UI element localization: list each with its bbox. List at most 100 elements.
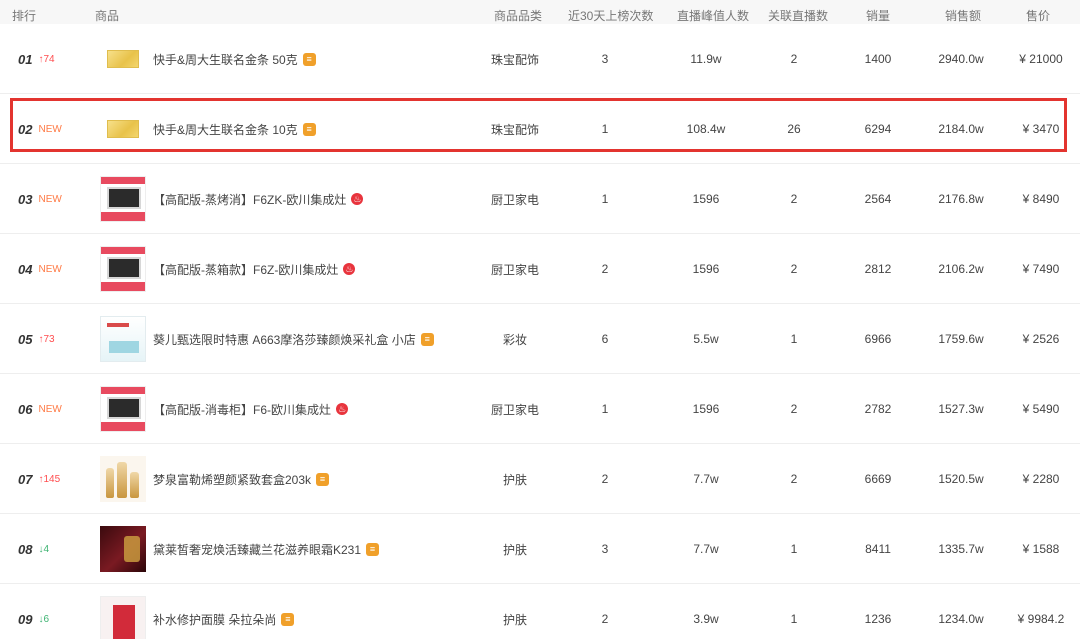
product-thumbnail[interactable] <box>100 176 146 222</box>
sales-cell: 6294 <box>836 94 920 164</box>
table-row[interactable]: 07↑145梦泉富勒烯塑颜紧致套盒203k≡护肤27.7w266691520.5… <box>0 444 1080 514</box>
rank-number: 04 <box>18 262 32 277</box>
product-thumbnail[interactable] <box>100 386 146 432</box>
product-name-cell: 【高配版-蒸箱款】F6Z-欧川集成灶 ♨ <box>153 234 483 304</box>
header-rank[interactable]: 排行 <box>12 7 36 24</box>
header-revenue[interactable]: 销售额 <box>945 7 981 24</box>
rank-cell: 08 ↓4 <box>18 514 98 584</box>
table-row[interactable]: 06 NEW 【高配版-消毒柜】F6-欧川集成灶 ♨ 厨卫家电1159622782152… <box>0 374 1080 444</box>
revenue-cell: 1527.3w <box>920 374 1002 444</box>
count30-cell: 2 <box>560 234 650 304</box>
table-row[interactable]: 02NEW快手&周大生联名金条 10克≡珠宝配饰1108.4w266294218… <box>0 94 1080 164</box>
price-cell: ¥ 3470 <box>1002 94 1080 164</box>
store-icon[interactable]: ≡ <box>316 473 329 486</box>
product-name-link[interactable]: 黛莱皙奢宠焕活臻藏兰花滋养眼霜K231 <box>153 541 361 558</box>
store-icon[interactable]: ≡ <box>303 123 316 136</box>
revenue-cell: 1759.6w <box>920 304 1002 374</box>
rank-cell: 03 NEW <box>18 164 98 234</box>
rank-number: 02 <box>18 122 32 137</box>
store-icon[interactable]: ≡ <box>421 333 434 346</box>
revenue-cell: 1520.5w <box>920 444 1002 514</box>
product-name-link[interactable]: 【高配版-蒸箱款】F6Z-欧川集成灶 <box>153 261 338 278</box>
product-thumbnail[interactable] <box>107 50 139 68</box>
product-name-cell: 梦泉富勒烯塑颜紧致套盒203k ≡ <box>153 444 483 514</box>
product-name-cell: 葵儿甄选限时特惠 A663摩洛莎臻颜焕采礼盒 小店 ≡ <box>153 304 483 374</box>
category-cell: 厨卫家电 <box>470 374 560 444</box>
revenue-cell: 2940.0w <box>920 24 1002 94</box>
product-thumbnail[interactable] <box>100 526 146 572</box>
header-price[interactable]: 售价 <box>1026 7 1050 24</box>
rank-change: NEW <box>38 404 61 415</box>
rank-cell: 06 NEW <box>18 374 98 444</box>
rank-cell: 07↑145 <box>18 444 98 514</box>
product-name-link[interactable]: 【高配版-消毒柜】F6-欧川集成灶 <box>153 401 331 418</box>
related-live-cell: 2 <box>752 444 836 514</box>
product-thumbnail[interactable] <box>100 596 146 639</box>
product-thumbnail[interactable] <box>107 120 139 138</box>
related-live-cell: 1 <box>752 304 836 374</box>
peak-viewers-cell: 7.7w <box>660 514 752 584</box>
rank-change: ↓4 <box>38 544 49 555</box>
revenue-cell: 1234.0w <box>920 584 1002 639</box>
rank-number: 07 <box>18 472 32 487</box>
fire-icon[interactable]: ♨ <box>351 193 363 205</box>
revenue-cell: 2176.8w <box>920 164 1002 234</box>
header-related[interactable]: 关联直播数 <box>768 7 828 24</box>
rank-cell: 04NEW <box>18 234 98 304</box>
product-name-link[interactable]: 补水修护面膜 朵拉朵尚 <box>153 611 276 628</box>
count30-cell: 1 <box>560 94 650 164</box>
header-product: 商品 <box>95 7 119 24</box>
product-name-link[interactable]: 快手&周大生联名金条 10克 <box>153 121 298 138</box>
product-name-link[interactable]: 梦泉富勒烯塑颜紧致套盒203k <box>153 471 311 488</box>
product-name-link[interactable]: 【高配版-蒸烤消】F6ZK-欧川集成灶 <box>153 191 346 208</box>
rank-number: 03 <box>18 192 32 207</box>
peak-viewers-cell: 1596 <box>660 234 752 304</box>
sales-cell: 8411 <box>836 514 920 584</box>
count30-cell: 1 <box>560 374 650 444</box>
category-cell: 珠宝配饰 <box>470 94 560 164</box>
table-row[interactable]: 03NEW【高配版-蒸烤消】F6ZK-欧川集成灶♨厨卫家电11596225642… <box>0 164 1080 234</box>
rank-number: 08 <box>18 542 32 557</box>
peak-viewers-cell: 108.4w <box>660 94 752 164</box>
table-row[interactable]: 09↓6补水修护面膜 朵拉朵尚≡护肤23.9w112361234.0w¥ 998… <box>0 584 1080 639</box>
sales-cell: 2782 <box>836 374 920 444</box>
header-sales[interactable]: 销量 <box>866 7 890 24</box>
related-live-cell: 2 <box>752 24 836 94</box>
peak-viewers-cell: 1596 <box>660 374 752 444</box>
fire-icon[interactable]: ♨ <box>343 263 355 275</box>
rank-number: 06 <box>18 402 32 417</box>
product-name-link[interactable]: 葵儿甄选限时特惠 A663摩洛莎臻颜焕采礼盒 小店 <box>153 331 416 348</box>
price-cell: ¥ 21000 <box>1002 24 1080 94</box>
rank-cell: 02NEW <box>18 94 98 164</box>
related-live-cell: 2 <box>752 374 836 444</box>
peak-viewers-cell: 5.5w <box>660 304 752 374</box>
rank-cell: 01↑74 <box>18 24 98 94</box>
store-icon[interactable]: ≡ <box>303 53 316 66</box>
header-peak[interactable]: 直播峰值人数 <box>677 7 749 24</box>
peak-viewers-cell: 7.7w <box>660 444 752 514</box>
product-thumbnail[interactable] <box>100 246 146 292</box>
price-cell: ¥ 7490 <box>1002 234 1080 304</box>
header-count30[interactable]: 近30天上榜次数 <box>568 7 653 24</box>
store-icon[interactable]: ≡ <box>281 613 294 626</box>
category-cell: 彩妆 <box>470 304 560 374</box>
sales-cell: 2564 <box>836 164 920 234</box>
table-row[interactable]: 05↑73葵儿甄选限时特惠 A663摩洛莎臻颜焕采礼盒 小店≡彩妆65.5w16… <box>0 304 1080 374</box>
related-live-cell: 2 <box>752 164 836 234</box>
product-thumbnail[interactable] <box>100 316 146 362</box>
count30-cell: 2 <box>560 444 650 514</box>
price-cell: ¥ 2280 <box>1002 444 1080 514</box>
fire-icon[interactable]: ♨ <box>336 403 348 415</box>
product-thumbnail[interactable] <box>100 456 146 502</box>
product-name-link[interactable]: 快手&周大生联名金条 50克 <box>153 51 298 68</box>
category-cell: 厨卫家电 <box>470 234 560 304</box>
rank-number: 05 <box>18 332 32 347</box>
peak-viewers-cell: 1596 <box>660 164 752 234</box>
table-row[interactable]: 08↓4黛莱皙奢宠焕活臻藏兰花滋养眼霜K231≡护肤37.7w184111335… <box>0 514 1080 584</box>
store-icon[interactable]: ≡ <box>366 543 379 556</box>
table-row[interactable]: 01↑74快手&周大生联名金条 50克≡珠宝配饰311.9w214002940.… <box>0 24 1080 94</box>
related-live-cell: 26 <box>752 94 836 164</box>
category-cell: 护肤 <box>470 444 560 514</box>
table-row[interactable]: 04NEW【高配版-蒸箱款】F6Z-欧川集成灶♨厨卫家电215962281221… <box>0 234 1080 304</box>
rank-change: NEW <box>38 194 61 205</box>
